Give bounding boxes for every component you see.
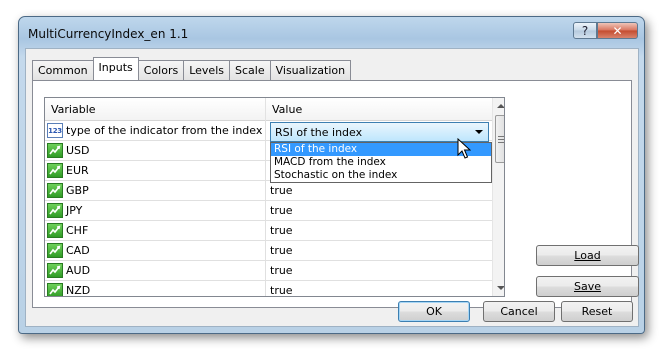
value-cell[interactable]: true [266, 241, 492, 260]
table-row[interactable]: NZD true [45, 281, 492, 297]
number-icon: 123 [47, 123, 63, 138]
close-button[interactable]: ✕ [597, 22, 638, 39]
tab-colors[interactable]: Colors [137, 60, 185, 80]
save-button-label: Save [573, 280, 601, 293]
variable-name: USD [66, 144, 90, 157]
value-text: true [270, 224, 293, 237]
boolean-icon [47, 243, 63, 258]
value-cell[interactable]: true [266, 181, 492, 200]
tab-strip: Common Inputs Colors Levels Scale Visual… [32, 57, 352, 80]
variable-cell[interactable]: JPY [45, 201, 266, 220]
dialog-window: MultiCurrencyIndex_en 1.1 ? ✕ Common Inp… [18, 16, 645, 334]
value-text: true [270, 184, 293, 197]
variable-cell[interactable]: USD [45, 141, 266, 160]
scroll-up-arrow-icon[interactable] [497, 104, 504, 108]
boolean-icon [47, 223, 63, 238]
value-cell[interactable]: true [266, 261, 492, 280]
cancel-button[interactable]: Cancel [483, 301, 555, 322]
boolean-icon [47, 183, 63, 198]
window-title: MultiCurrencyIndex_en 1.1 [28, 27, 189, 41]
reset-button[interactable]: Reset [561, 301, 633, 322]
variable-name: CHF [66, 224, 89, 237]
tab-scale[interactable]: Scale [229, 60, 271, 80]
value-cell[interactable]: true [266, 221, 492, 240]
value-text: true [270, 244, 293, 257]
table-row[interactable]: CAD true [45, 241, 492, 261]
variable-cell[interactable]: NZD [45, 281, 266, 297]
tab-visualization[interactable]: Visualization [269, 60, 352, 80]
variable-cell[interactable]: CAD [45, 241, 266, 260]
table-row[interactable]: AUD true [45, 261, 492, 281]
reset-button-label: Reset [581, 305, 613, 318]
value-text: true [270, 284, 293, 297]
column-header-value[interactable]: Value [266, 98, 302, 121]
mouse-pointer-icon [457, 138, 471, 159]
boolean-icon [47, 263, 63, 278]
ok-button-label: OK [426, 305, 442, 318]
grip-line [498, 139, 504, 140]
variable-name: NZD [66, 284, 91, 297]
boolean-icon [47, 283, 63, 296]
value-text: true [270, 264, 293, 277]
boolean-icon [47, 163, 63, 178]
variable-name: EUR [66, 164, 89, 177]
table-row[interactable]: GBP true [45, 181, 492, 201]
variable-name: JPY [66, 204, 83, 217]
table-row[interactable]: JPY true [45, 201, 492, 221]
boolean-icon [47, 143, 63, 158]
value-cell[interactable]: true [266, 281, 492, 297]
chevron-down-icon[interactable] [475, 130, 483, 134]
value-text: true [270, 204, 293, 217]
scrollbar-thumb[interactable] [495, 115, 504, 163]
variable-cell[interactable]: 123 type of the indicator from the index [45, 121, 266, 140]
grip-line [498, 142, 504, 143]
help-button[interactable]: ? [573, 22, 597, 39]
variable-name: GBP [66, 184, 89, 197]
inputs-panel: Variable Value 123 type of the indicator … [32, 80, 639, 308]
tab-inputs[interactable]: Inputs [92, 57, 139, 80]
scroll-down-arrow-icon[interactable] [497, 286, 504, 290]
column-header-variable[interactable]: Variable [45, 98, 266, 121]
combo-selected-value: RSI of the index [275, 125, 363, 139]
grid-header: Variable Value [45, 98, 492, 121]
ok-button[interactable]: OK [398, 301, 470, 322]
dropdown-option-stochastic[interactable]: Stochastic on the index [271, 169, 491, 182]
tab-common[interactable]: Common [32, 60, 94, 80]
title-bar[interactable]: MultiCurrencyIndex_en 1.1 ? ✕ [19, 17, 644, 47]
variable-name: CAD [66, 244, 90, 257]
variable-name: AUD [66, 264, 91, 277]
load-button[interactable]: Load [536, 245, 639, 266]
tab-levels[interactable]: Levels [183, 60, 230, 80]
dialog-client-area: Common Inputs Colors Levels Scale Visual… [25, 48, 639, 327]
value-cell[interactable]: true [266, 201, 492, 220]
close-icon: ✕ [612, 23, 623, 38]
inputs-grid: Variable Value 123 type of the indicator … [44, 97, 505, 297]
grid-vertical-scrollbar[interactable] [492, 98, 504, 296]
boolean-icon [47, 203, 63, 218]
grip-line [498, 136, 504, 137]
variable-cell[interactable]: CHF [45, 221, 266, 240]
cancel-button-label: Cancel [500, 305, 538, 318]
help-icon: ? [581, 23, 589, 38]
variable-cell[interactable]: EUR [45, 161, 266, 180]
save-button[interactable]: Save [536, 276, 639, 297]
load-button-label: Load [574, 249, 601, 262]
variable-cell[interactable]: GBP [45, 181, 266, 200]
table-row[interactable]: CHF true [45, 221, 492, 241]
variable-name: type of the indicator from the index [66, 124, 263, 137]
variable-cell[interactable]: AUD [45, 261, 266, 280]
